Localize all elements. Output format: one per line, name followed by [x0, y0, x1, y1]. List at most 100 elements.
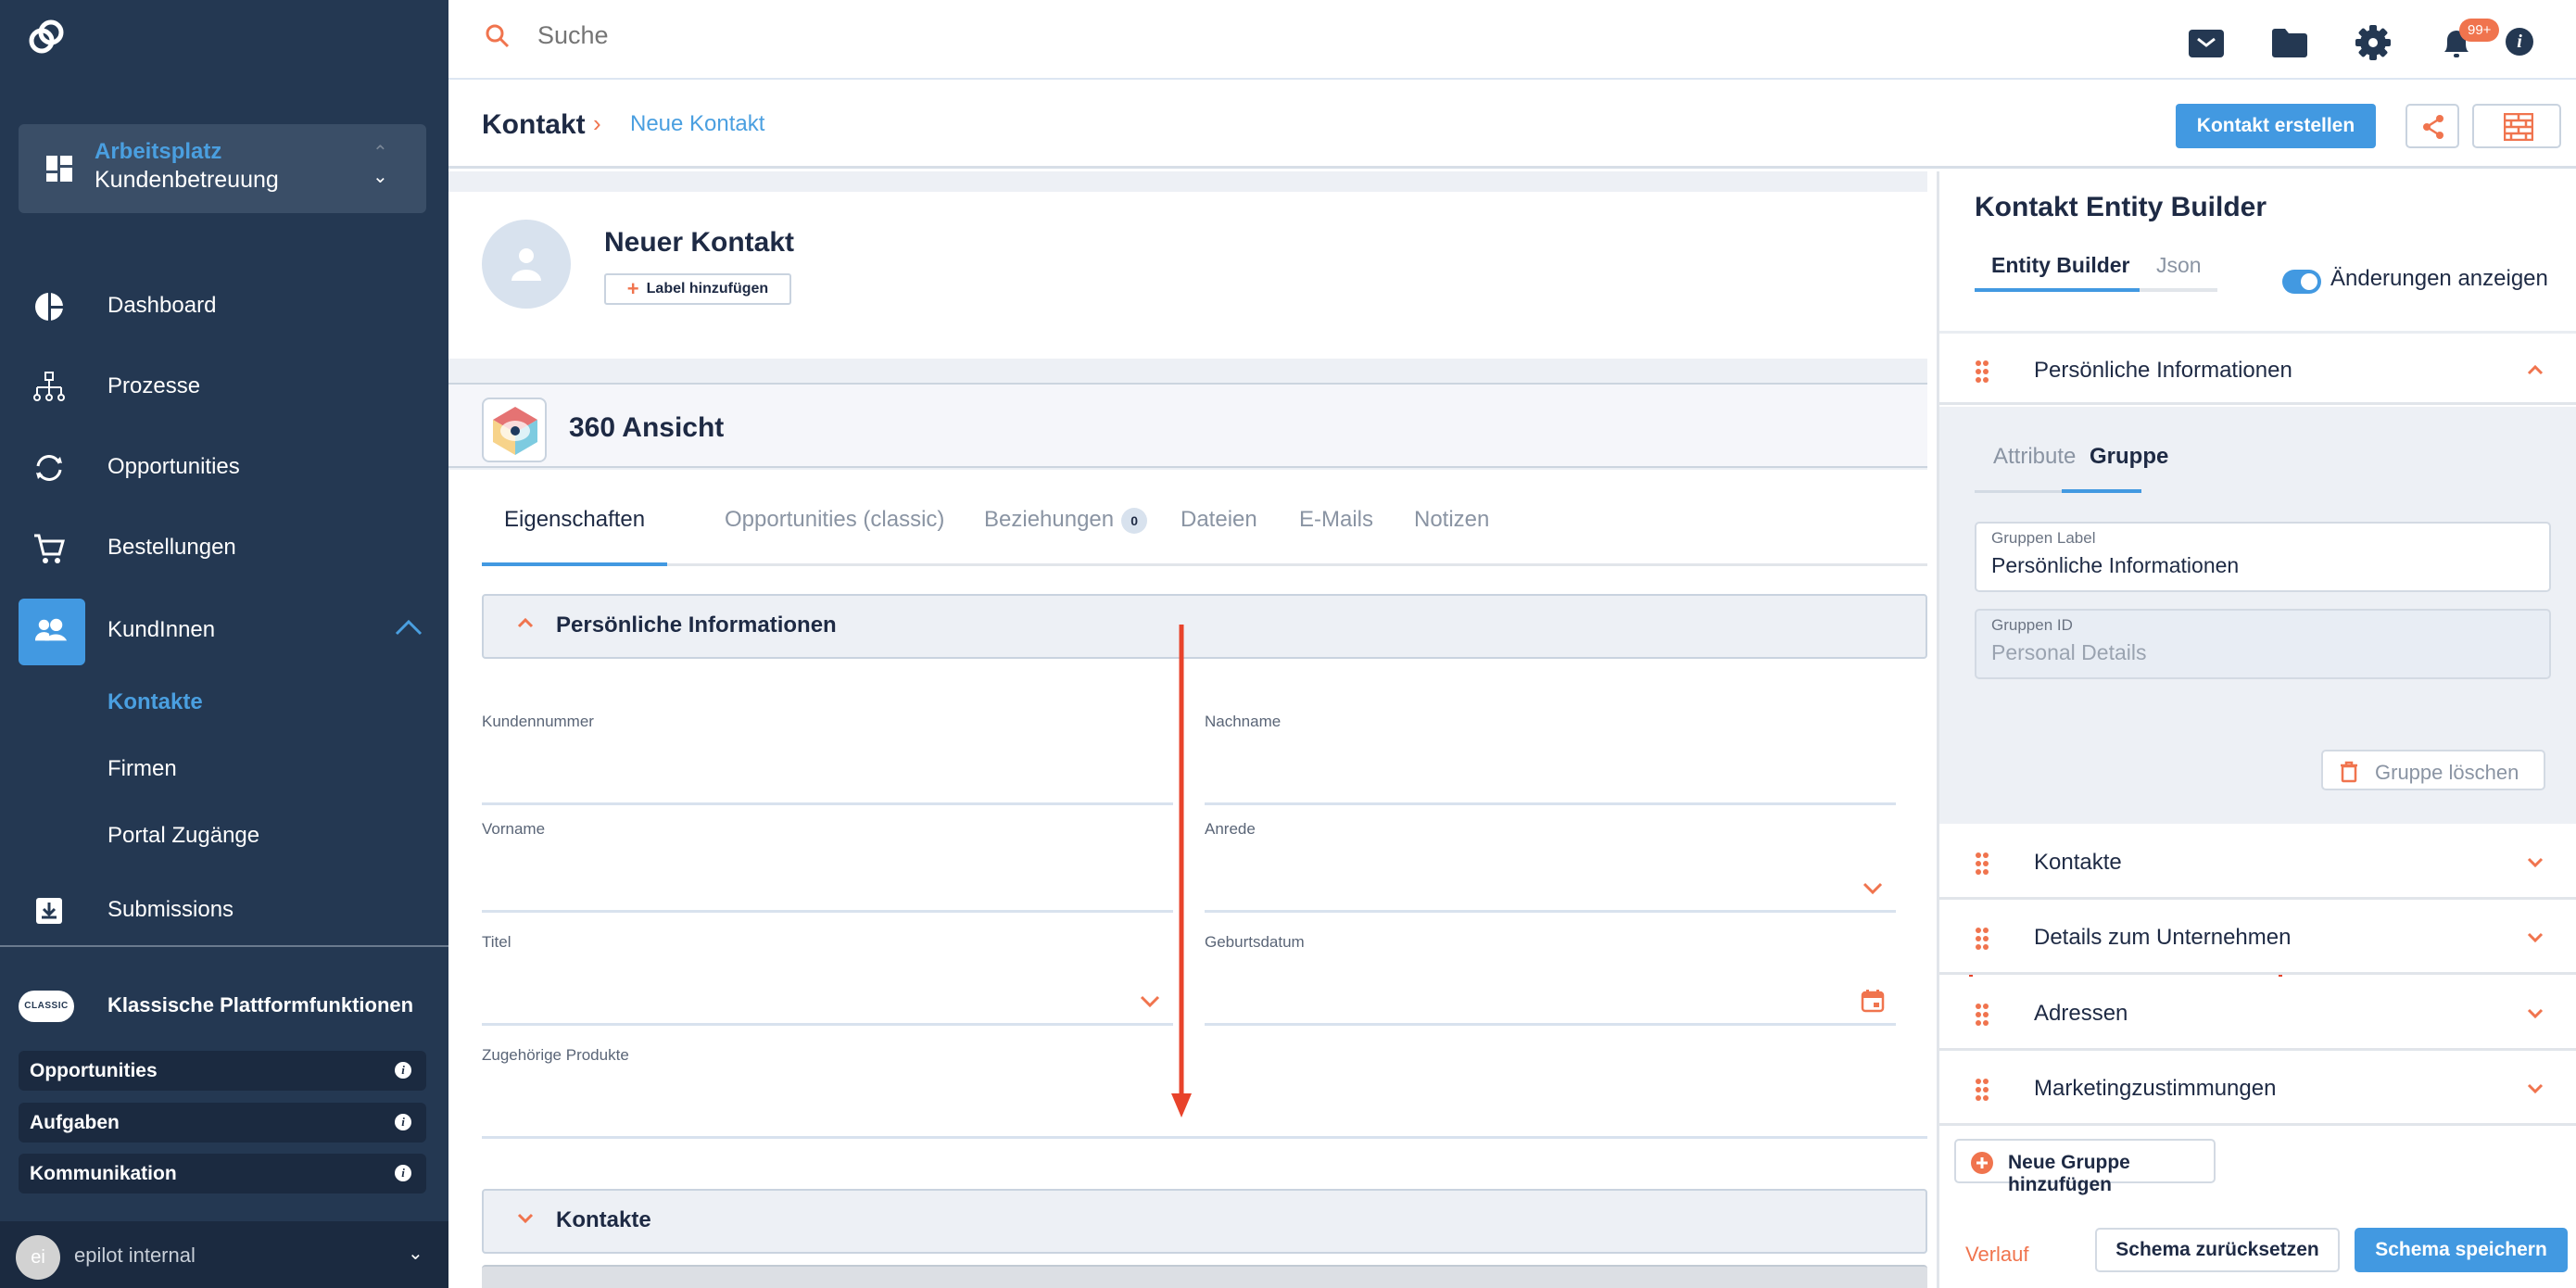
history-link[interactable]: Verlauf [1965, 1243, 2029, 1267]
user-menu[interactable]: ei epilot internal ⌄ [0, 1221, 448, 1288]
group-header-persoenliche[interactable]: Persönliche Informationen [482, 594, 1927, 659]
add-group-button[interactable]: Neue Gruppe hinzufügen [1954, 1139, 2216, 1195]
builder-group-unternehmen[interactable]: Details zum Unternehmen [1939, 901, 2576, 975]
builder-group-marketing[interactable]: Marketingzustimmungen [1939, 1052, 2576, 1126]
tab-notizen[interactable]: Notizen [1414, 507, 1489, 533]
field-label: Kundennummer [482, 713, 594, 730]
classic-item-opportunities[interactable]: Opportunities i [19, 1051, 426, 1091]
show-changes-toggle[interactable] [2282, 270, 2321, 294]
tab-opportunities-classic[interactable]: Opportunities (classic) [725, 507, 944, 533]
field-titel[interactable]: Titel [482, 933, 1173, 1026]
sidebar-item-label: Prozesse [107, 373, 201, 398]
sidebar-subitem-kontakte[interactable]: Kontakte [107, 689, 203, 715]
chevron-down-icon[interactable] [1138, 989, 1162, 1013]
field-nachname[interactable]: Nachname [1205, 713, 1896, 805]
info-icon[interactable]: i [395, 1114, 411, 1130]
save-schema-button[interactable]: Schema speichern [2355, 1228, 2568, 1272]
chevron-up-icon[interactable] [395, 615, 423, 638]
calendar-icon[interactable] [1861, 989, 1885, 1013]
classic-item-kommunikation[interactable]: Kommunikation i [19, 1154, 426, 1193]
gear-icon[interactable] [2354, 22, 2393, 61]
field-label: Gruppen Label [1991, 529, 2096, 547]
tab-track [1975, 490, 2062, 493]
drag-handle-icon[interactable] [1975, 360, 1989, 384]
group-header-next[interactable] [482, 1265, 1927, 1288]
chevron-up-icon[interactable] [2525, 360, 2545, 380]
tab-emails[interactable]: E-Mails [1299, 507, 1373, 533]
create-contact-button[interactable]: Kontakt erstellen [2176, 104, 2376, 148]
chevron-down-icon[interactable] [1861, 876, 1885, 900]
active-tab-underline [2062, 489, 2141, 493]
reset-schema-button[interactable]: Schema zurücksetzen [2095, 1228, 2340, 1272]
view-360-title: 360 Ansicht [569, 412, 725, 443]
field-underline [482, 910, 1173, 913]
sidebar-item-prozesse[interactable]: Prozesse [0, 351, 448, 422]
chevron-down-icon[interactable] [2525, 927, 2545, 947]
field-underline [1205, 802, 1896, 805]
count-badge: 0 [1121, 507, 1148, 534]
field-kundennummer[interactable]: Kundennummer [482, 713, 1173, 805]
field-label: Titel [482, 933, 511, 951]
breadcrumb-root[interactable]: Kontakt [482, 109, 586, 141]
contact-avatar[interactable] [482, 220, 571, 309]
classic-item-aufgaben[interactable]: Aufgaben i [19, 1103, 426, 1143]
tab-attribute[interactable]: Attribute [1993, 444, 2076, 470]
field-label: Zugehörige Produkte [482, 1046, 629, 1064]
field-zugehoerige-produkte[interactable]: Zugehörige Produkte [482, 1046, 1927, 1139]
top-bar: 99+ i [448, 0, 2576, 80]
sidebar-item-dashboard[interactable]: Dashboard [0, 271, 448, 341]
tab-json[interactable]: Json [2156, 253, 2202, 278]
field-anrede[interactable]: Anrede [1205, 820, 1896, 913]
classic-item-label: Aufgaben [30, 1112, 120, 1133]
sidebar-subitem-portal[interactable]: Portal Zugänge [107, 823, 259, 849]
mail-icon[interactable] [2187, 22, 2226, 61]
search-input[interactable] [537, 17, 1371, 54]
tab-beziehungen[interactable]: Beziehungen 0 [984, 507, 1148, 534]
field-vorname[interactable]: Vorname [482, 820, 1173, 913]
share-button[interactable] [2406, 104, 2459, 148]
folder-icon[interactable] [2270, 22, 2309, 61]
workspace-switcher[interactable]: Arbeitsplatz Kundenbetreuung ⌃ ⌄ [19, 124, 426, 213]
builder-title: Kontakt Entity Builder [1975, 192, 2267, 222]
drag-handle-icon[interactable] [1975, 852, 1989, 876]
info-icon[interactable]: i [2506, 28, 2533, 56]
info-icon[interactable]: i [395, 1165, 411, 1181]
process-icon [33, 372, 65, 401]
user-name: epilot internal [74, 1244, 196, 1267]
workspace-name: Kundenbetreuung [95, 167, 279, 193]
builder-group-adressen[interactable]: Adressen [1939, 977, 2576, 1051]
chevron-down-icon[interactable] [2525, 1003, 2545, 1023]
drag-handle-icon[interactable] [1975, 1078, 1989, 1102]
epilot-logo-icon[interactable] [26, 17, 67, 57]
firewall-button[interactable] [2472, 104, 2561, 148]
drag-handle-icon[interactable] [1975, 927, 1989, 951]
tab-dateien[interactable]: Dateien [1181, 507, 1257, 533]
sidebar-item-bestellungen[interactable]: Bestellungen [0, 512, 448, 583]
chevron-up-icon: ⌃ [373, 143, 388, 163]
group-header-kontakte[interactable]: Kontakte [482, 1189, 1927, 1254]
builder-group-kontakte[interactable]: Kontakte [1939, 826, 2576, 900]
sidebar-item-kundinnen[interactable]: KundInnen [0, 599, 448, 669]
group-label-field[interactable]: Gruppen Label [1975, 522, 2551, 592]
entity-tabs: Eigenschaften Opportunities (classic) Be… [482, 470, 1927, 566]
drag-handle-icon[interactable] [1975, 1003, 1989, 1027]
chevron-down-icon[interactable] [2525, 1078, 2545, 1098]
builder-group-settings: Attribute Gruppe Gruppen Label Gruppen I… [1939, 407, 2576, 1014]
sidebar-item-submissions[interactable]: Submissions [0, 875, 448, 945]
info-icon[interactable]: i [395, 1062, 411, 1079]
workspace-label: Arbeitsplatz [95, 139, 222, 164]
share-icon [2423, 115, 2443, 139]
tab-entity-builder[interactable]: Entity Builder [1991, 253, 2130, 278]
chevron-down-icon: ⌄ [373, 167, 388, 187]
tab-eigenschaften[interactable]: Eigenschaften [504, 507, 645, 533]
chevron-down-icon[interactable] [2525, 852, 2545, 872]
entity-title: Neuer Kontakt [604, 227, 795, 258]
field-geburtsdatum[interactable]: Geburtsdatum [1205, 933, 1896, 1026]
tab-gruppe[interactable]: Gruppe [2090, 444, 2168, 470]
delete-group-button[interactable]: Gruppe löschen [2321, 750, 2545, 790]
builder-group-persoenliche[interactable]: Persönliche Informationen [1939, 331, 2576, 405]
sidebar-subitem-firmen[interactable]: Firmen [107, 756, 177, 782]
sidebar-item-opportunities[interactable]: Opportunities [0, 432, 448, 502]
add-label-button[interactable]: + Label hinzufügen [604, 273, 791, 305]
group-label-input[interactable] [1991, 553, 2529, 578]
